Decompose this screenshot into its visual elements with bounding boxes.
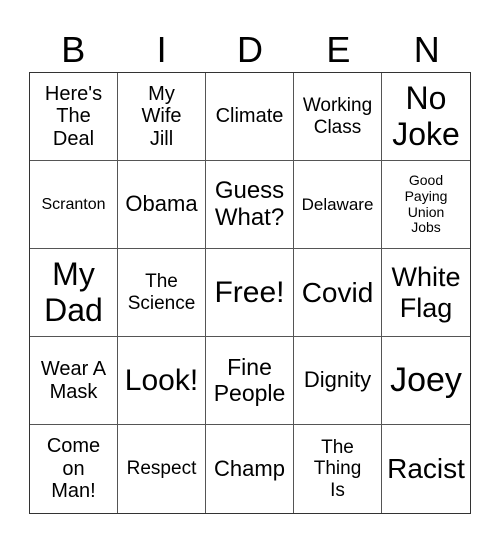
cell-text: Racist xyxy=(387,453,465,485)
bingo-cell[interactable]: Joey xyxy=(382,337,470,425)
bingo-cell[interactable]: Look! xyxy=(118,337,206,425)
cell-text: My Dad xyxy=(44,255,103,328)
bingo-cell[interactable]: My Wife Jill xyxy=(118,73,206,161)
bingo-cell[interactable]: Good Paying Union Jobs xyxy=(382,161,470,249)
bingo-header: B I D E N xyxy=(29,28,471,72)
bingo-cell[interactable]: The Thing Is xyxy=(294,425,382,513)
cell-text: White Flag xyxy=(391,262,461,323)
cell-text: Respect xyxy=(126,458,197,480)
bingo-cell[interactable]: Climate xyxy=(206,73,294,161)
cell-text: The Thing Is xyxy=(313,437,362,501)
bingo-cell-free[interactable]: Free! xyxy=(206,249,294,337)
bingo-cell[interactable]: Racist xyxy=(382,425,470,513)
bingo-cell[interactable]: Obama xyxy=(118,161,206,249)
bingo-cell[interactable]: White Flag xyxy=(382,249,470,337)
bingo-cell[interactable]: No Joke xyxy=(382,73,470,161)
bingo-cell[interactable]: Delaware xyxy=(294,161,382,249)
bingo-cell[interactable]: Covid xyxy=(294,249,382,337)
cell-text: Champ xyxy=(214,455,285,481)
cell-text: Come on Man! xyxy=(46,435,101,503)
bingo-cell[interactable]: The Science xyxy=(118,249,206,337)
bingo-cell[interactable]: Dignity xyxy=(294,337,382,425)
bingo-cell[interactable]: Here's The Deal xyxy=(30,73,118,161)
cell-text: Free! xyxy=(214,275,285,309)
cell-text: Climate xyxy=(215,105,284,128)
cell-text: Dignity xyxy=(303,367,372,393)
bingo-cell[interactable]: Come on Man! xyxy=(30,425,118,513)
header-letter-n: N xyxy=(413,29,440,70)
cell-text: Guess What? xyxy=(214,176,285,231)
bingo-grid: Here's The Deal My Wife Jill Climate Wor… xyxy=(29,72,471,514)
cell-text: Look! xyxy=(124,363,199,397)
cell-text: No Joke xyxy=(392,79,460,152)
bingo-cell[interactable]: Wear A Mask xyxy=(30,337,118,425)
bingo-cell[interactable]: Scranton xyxy=(30,161,118,249)
bingo-cell[interactable]: My Dad xyxy=(30,249,118,337)
bingo-cell[interactable]: Working Class xyxy=(294,73,382,161)
bingo-cell[interactable]: Champ xyxy=(206,425,294,513)
cell-text: Joey xyxy=(390,361,462,400)
cell-text: Obama xyxy=(125,191,198,217)
header-letter-d: D xyxy=(236,29,263,70)
cell-text: Covid xyxy=(301,276,374,308)
cell-text: My Wife Jill xyxy=(141,82,182,150)
cell-text: Fine People xyxy=(213,353,286,406)
cell-text: Good Paying Union Jobs xyxy=(404,172,448,236)
cell-text: Wear A Mask xyxy=(40,358,107,403)
cell-text: Here's The Deal xyxy=(44,82,103,150)
cell-text: Working Class xyxy=(302,95,373,138)
header-letter-b: B xyxy=(61,29,86,70)
header-letter-i: I xyxy=(156,29,167,70)
bingo-cell[interactable]: Fine People xyxy=(206,337,294,425)
bingo-cell[interactable]: Respect xyxy=(118,425,206,513)
cell-text: Delaware xyxy=(301,194,374,214)
header-letter-e: E xyxy=(326,29,351,70)
bingo-cell[interactable]: Guess What? xyxy=(206,161,294,249)
cell-text: The Science xyxy=(127,271,196,314)
cell-text: Scranton xyxy=(41,195,106,213)
